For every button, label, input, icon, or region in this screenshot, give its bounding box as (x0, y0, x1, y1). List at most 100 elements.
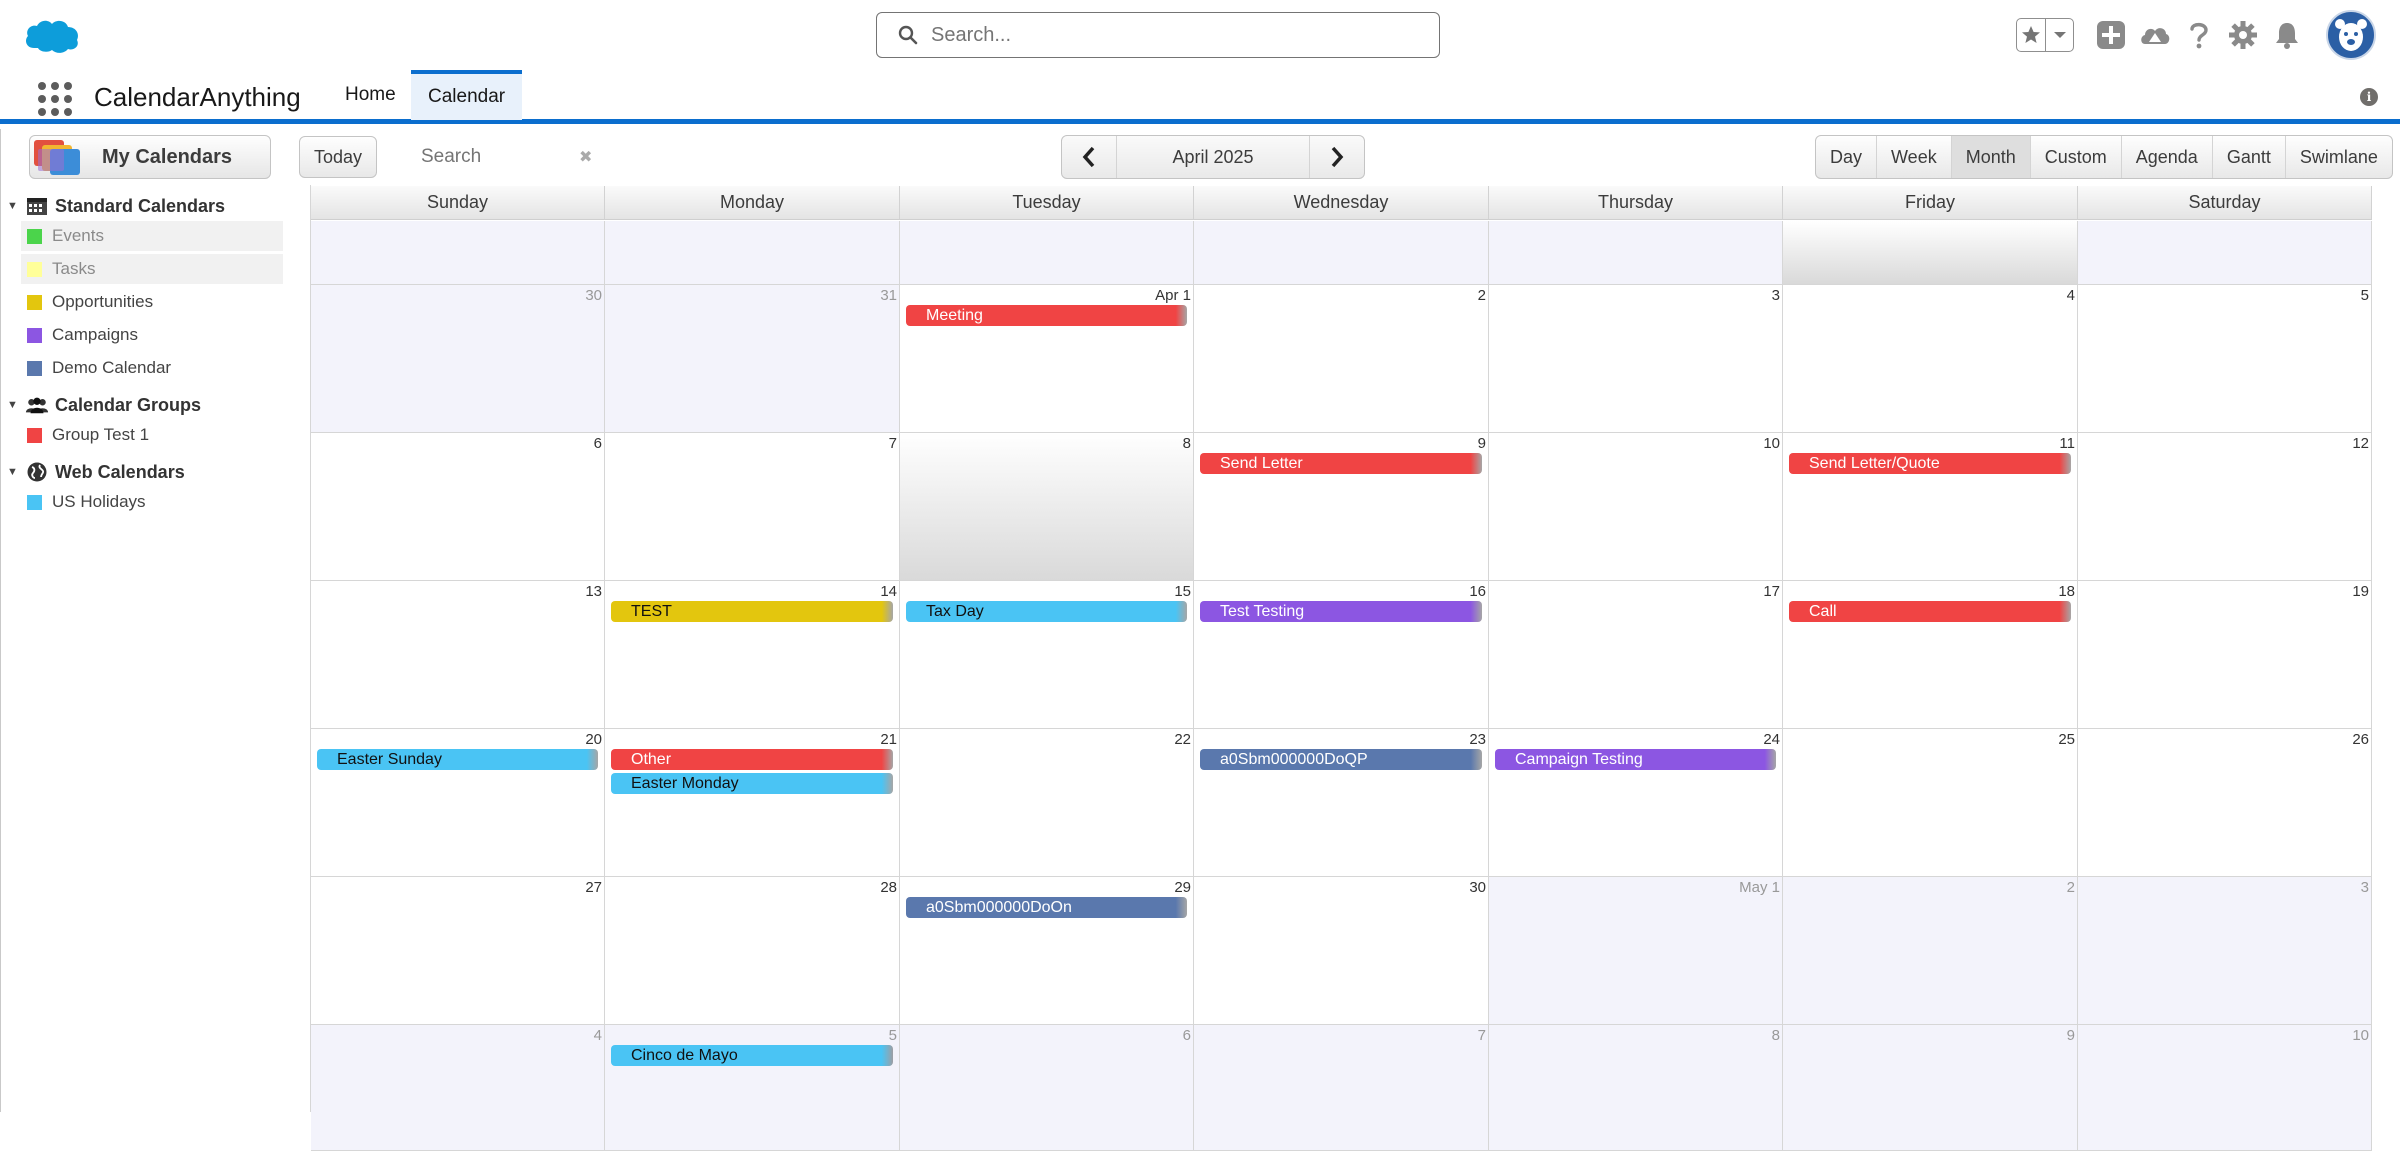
favorites-dropdown-icon[interactable] (2045, 19, 2073, 51)
day-cell[interactable]: 20 Easter Sunday (311, 729, 605, 877)
sidebar-calendar-item[interactable]: Campaigns (21, 320, 283, 350)
calendar-event[interactable]: Easter Sunday (317, 749, 598, 770)
sidebar-group[interactable]: ▼ Standard Calendars (7, 193, 225, 219)
day-number[interactable]: 7 (1478, 1027, 1486, 1044)
day-cell[interactable] (1194, 221, 1489, 285)
view-month[interactable]: Month (1950, 136, 2030, 178)
day-number[interactable]: 17 (1763, 583, 1780, 600)
day-cell[interactable]: 3 (2078, 877, 2372, 1025)
info-icon[interactable]: i (2360, 88, 2378, 106)
day-cell[interactable]: 15 Tax Day (900, 581, 1194, 729)
day-cell[interactable]: 16 Test Testing (1194, 581, 1489, 729)
day-number[interactable]: 3 (2361, 879, 2369, 896)
calendar-event[interactable]: Tax Day (906, 601, 1187, 622)
day-cell[interactable]: 28 (605, 877, 900, 1025)
day-cell[interactable]: 18 Call (1783, 581, 2078, 729)
sidebar-calendar-item[interactable]: Group Test 1 (21, 420, 283, 450)
day-number[interactable]: 6 (594, 435, 602, 452)
day-cell[interactable]: 12 (2078, 433, 2372, 581)
day-cell[interactable]: 22 (900, 729, 1194, 877)
sidebar-group[interactable]: ▼ Web Calendars (7, 459, 185, 485)
day-cell[interactable]: 13 (311, 581, 605, 729)
calendar-event[interactable]: Call (1789, 601, 2071, 622)
day-number[interactable]: 7 (889, 435, 897, 452)
day-number[interactable]: 9 (1478, 435, 1486, 452)
day-cell[interactable]: 2 (1194, 285, 1489, 433)
day-cell[interactable] (1783, 221, 2078, 285)
calendar-event[interactable]: Meeting (906, 305, 1187, 326)
day-number[interactable]: 11 (2059, 435, 2075, 452)
day-cell[interactable]: 11 Send Letter/Quote (1783, 433, 2078, 581)
day-number[interactable]: 23 (1469, 731, 1486, 748)
salesforce-cloud-logo[interactable] (22, 14, 82, 56)
calendar-event[interactable]: Easter Monday (611, 773, 893, 794)
sidebar-calendar-item[interactable]: Demo Calendar (21, 353, 283, 383)
day-number[interactable]: 20 (585, 731, 602, 748)
day-cell[interactable]: 19 (2078, 581, 2372, 729)
day-cell[interactable]: 31 (605, 285, 900, 433)
day-number[interactable]: 16 (1469, 583, 1486, 600)
day-cell[interactable]: 23 a0Sbm000000DoQP (1194, 729, 1489, 877)
day-number[interactable]: 8 (1772, 1027, 1780, 1044)
previous-month-button[interactable] (1062, 136, 1116, 178)
day-cell[interactable]: 14 TEST (605, 581, 900, 729)
view-week[interactable]: Week (1876, 136, 1951, 178)
next-month-button[interactable] (1310, 136, 1364, 178)
sidebar-calendar-item[interactable]: Opportunities (21, 287, 283, 317)
day-cell[interactable]: 7 (1194, 1025, 1489, 1151)
day-number[interactable]: 21 (880, 731, 897, 748)
day-cell[interactable]: 10 (1489, 433, 1783, 581)
day-number[interactable]: 14 (880, 583, 897, 600)
day-number[interactable]: May 1 (1739, 879, 1780, 896)
day-cell[interactable]: 6 (311, 433, 605, 581)
calendar-event[interactable]: Campaign Testing (1495, 749, 1776, 770)
day-number[interactable]: 12 (2352, 435, 2369, 452)
day-cell[interactable]: 5 Cinco de Mayo (605, 1025, 900, 1151)
day-cell[interactable]: 5 (2078, 285, 2372, 433)
day-number[interactable]: 15 (1174, 583, 1191, 600)
day-cell[interactable] (2078, 221, 2372, 285)
day-number[interactable]: 6 (1183, 1027, 1191, 1044)
day-cell[interactable]: 8 (1489, 1025, 1783, 1151)
tab-calendar[interactable]: Calendar (411, 70, 523, 120)
day-number[interactable]: 31 (880, 287, 897, 304)
day-number[interactable]: 29 (1174, 879, 1191, 896)
day-cell[interactable] (900, 221, 1194, 285)
day-cell[interactable]: 2 (1783, 877, 2078, 1025)
day-number[interactable]: 28 (880, 879, 897, 896)
day-number[interactable]: 27 (585, 879, 602, 896)
day-cell[interactable]: 7 (605, 433, 900, 581)
calendar-event[interactable]: Cinco de Mayo (611, 1045, 893, 1066)
expand-triangle-icon[interactable]: ▼ (7, 466, 25, 478)
day-cell[interactable]: 8 (900, 433, 1194, 581)
day-cell[interactable]: 30 (311, 285, 605, 433)
day-cell[interactable]: 27 (311, 877, 605, 1025)
day-number[interactable]: 4 (594, 1027, 602, 1044)
day-cell[interactable]: 25 (1783, 729, 2078, 877)
calendar-event[interactable]: Other (611, 749, 893, 770)
trailhead-icon[interactable] (2138, 18, 2172, 52)
global-search-input[interactable] (931, 23, 1411, 47)
calendar-event[interactable]: Test Testing (1200, 601, 1482, 622)
sidebar-calendar-item[interactable]: Tasks (21, 254, 283, 284)
view-agenda[interactable]: Agenda (2120, 136, 2212, 178)
day-number[interactable]: 5 (2361, 287, 2369, 304)
day-cell[interactable]: 6 (900, 1025, 1194, 1151)
calendar-search[interactable]: ✖ (409, 137, 609, 177)
day-cell[interactable] (311, 221, 605, 285)
day-number[interactable]: 30 (585, 287, 602, 304)
global-search-box[interactable] (876, 12, 1440, 58)
day-number[interactable]: 9 (2067, 1027, 2075, 1044)
view-day[interactable]: Day (1816, 136, 1876, 178)
day-number[interactable]: 13 (585, 583, 602, 600)
day-cell[interactable] (605, 221, 900, 285)
day-number[interactable]: 19 (2352, 583, 2369, 600)
day-number[interactable]: 22 (1174, 731, 1191, 748)
help-icon[interactable] (2182, 18, 2216, 52)
day-cell[interactable]: 21 Other Easter Monday (605, 729, 900, 877)
view-custom[interactable]: Custom (2029, 136, 2121, 178)
day-cell[interactable]: Apr 1 Meeting (900, 285, 1194, 433)
app-launcher-icon[interactable] (38, 82, 72, 116)
day-cell[interactable]: 4 (311, 1025, 605, 1151)
sidebar-calendar-item[interactable]: Events (21, 221, 283, 251)
